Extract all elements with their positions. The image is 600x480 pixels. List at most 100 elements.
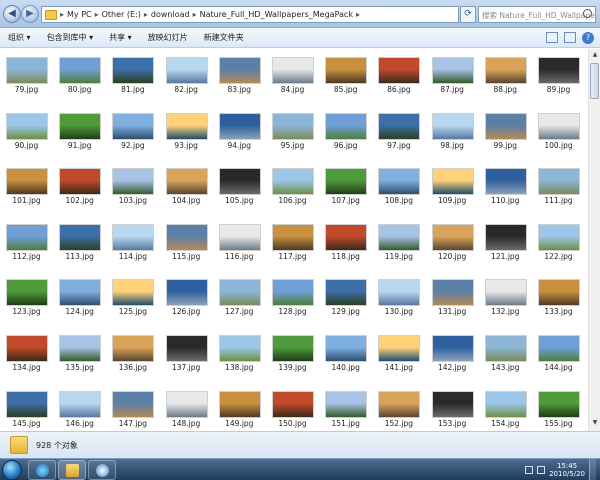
file-item[interactable]: 119.jpg: [372, 216, 425, 268]
file-item[interactable]: 147.jpg: [106, 383, 159, 431]
file-item[interactable]: 145.jpg: [0, 383, 53, 431]
organize-button[interactable]: 组织 ▾: [0, 32, 39, 43]
file-item[interactable]: 122.jpg: [532, 216, 585, 268]
file-item[interactable]: 153.jpg: [426, 383, 479, 431]
file-item[interactable]: 102.jpg: [53, 160, 106, 212]
scroll-down-icon[interactable]: ▼: [591, 419, 599, 429]
file-item[interactable]: 105.jpg: [213, 160, 266, 212]
file-item[interactable]: 95.jpg: [266, 105, 319, 157]
address-bar[interactable]: ▸ My PC ▸ Other (E:) ▸ download ▸ Nature…: [41, 6, 459, 23]
back-button[interactable]: ◀: [3, 5, 21, 23]
file-item[interactable]: 128.jpg: [266, 271, 319, 323]
file-item[interactable]: 111.jpg: [532, 160, 585, 212]
file-item[interactable]: 139.jpg: [266, 327, 319, 379]
file-item[interactable]: 155.jpg: [532, 383, 585, 431]
vertical-scrollbar[interactable]: ▲ ▼: [588, 49, 600, 431]
file-item[interactable]: 83.jpg: [213, 49, 266, 101]
volume-icon[interactable]: [537, 466, 546, 474]
file-item[interactable]: 150.jpg: [266, 383, 319, 431]
file-item[interactable]: 116.jpg: [213, 216, 266, 268]
breadcrumb-item[interactable]: download: [151, 10, 190, 19]
refresh-icon[interactable]: ⟳: [460, 6, 476, 23]
file-item[interactable]: 108.jpg: [372, 160, 425, 212]
file-item[interactable]: 133.jpg: [532, 271, 585, 323]
clock[interactable]: 15:45 2010/5/20: [549, 462, 585, 478]
file-item[interactable]: 120.jpg: [426, 216, 479, 268]
file-item[interactable]: 146.jpg: [53, 383, 106, 431]
file-item[interactable]: 82.jpg: [160, 49, 213, 101]
breadcrumb-item[interactable]: My PC: [67, 10, 92, 19]
file-item[interactable]: 118.jpg: [319, 216, 372, 268]
file-item[interactable]: 107.jpg: [319, 160, 372, 212]
file-item[interactable]: 154.jpg: [479, 383, 532, 431]
file-item[interactable]: 131.jpg: [426, 271, 479, 323]
file-item[interactable]: 96.jpg: [319, 105, 372, 157]
file-item[interactable]: 89.jpg: [532, 49, 585, 101]
slideshow-button[interactable]: 放映幻灯片: [140, 32, 196, 43]
file-item[interactable]: 91.jpg: [53, 105, 106, 157]
file-item[interactable]: 124.jpg: [53, 271, 106, 323]
taskbar-internet-explorer[interactable]: [28, 460, 56, 480]
file-item[interactable]: 99.jpg: [479, 105, 532, 157]
file-item[interactable]: 148.jpg: [160, 383, 213, 431]
file-item[interactable]: 121.jpg: [479, 216, 532, 268]
file-item[interactable]: 152.jpg: [372, 383, 425, 431]
forward-button[interactable]: ▶: [21, 5, 39, 23]
file-item[interactable]: 79.jpg: [0, 49, 53, 101]
taskbar-windows-explorer[interactable]: [58, 460, 86, 480]
file-item[interactable]: 104.jpg: [160, 160, 213, 212]
new-folder-button[interactable]: 新建文件夹: [196, 32, 252, 43]
file-item[interactable]: 126.jpg: [160, 271, 213, 323]
file-item[interactable]: 138.jpg: [213, 327, 266, 379]
file-item[interactable]: 115.jpg: [160, 216, 213, 268]
file-item[interactable]: 106.jpg: [266, 160, 319, 212]
file-item[interactable]: 129.jpg: [319, 271, 372, 323]
taskbar-app[interactable]: [88, 460, 116, 480]
start-button[interactable]: [2, 460, 22, 480]
file-item[interactable]: 97.jpg: [372, 105, 425, 157]
file-item[interactable]: 90.jpg: [0, 105, 53, 157]
file-item[interactable]: 109.jpg: [426, 160, 479, 212]
file-item[interactable]: 112.jpg: [0, 216, 53, 268]
breadcrumb-item[interactable]: Nature_Full_HD_Wallpapers_MegaPack: [200, 10, 353, 19]
help-icon[interactable]: ?: [582, 31, 594, 44]
file-item[interactable]: 85.jpg: [319, 49, 372, 101]
scrollbar-thumb[interactable]: [590, 63, 599, 99]
view-options-icon[interactable]: [546, 31, 558, 43]
file-item[interactable]: 132.jpg: [479, 271, 532, 323]
share-button[interactable]: 共享 ▾: [101, 32, 140, 43]
file-item[interactable]: 135.jpg: [53, 327, 106, 379]
file-item[interactable]: 141.jpg: [372, 327, 425, 379]
scroll-up-icon[interactable]: ▲: [591, 51, 599, 61]
file-item[interactable]: 98.jpg: [426, 105, 479, 157]
show-desktop-button[interactable]: [589, 459, 596, 480]
file-item[interactable]: 130.jpg: [372, 271, 425, 323]
file-item[interactable]: 151.jpg: [319, 383, 372, 431]
file-item[interactable]: 87.jpg: [426, 49, 479, 101]
network-icon[interactable]: [525, 466, 534, 474]
file-item[interactable]: 110.jpg: [479, 160, 532, 212]
file-item[interactable]: 94.jpg: [213, 105, 266, 157]
preview-pane-icon[interactable]: [564, 31, 576, 43]
file-item[interactable]: 123.jpg: [0, 271, 53, 323]
file-item[interactable]: 142.jpg: [426, 327, 479, 379]
breadcrumb-item[interactable]: Other (E:): [102, 10, 141, 19]
file-item[interactable]: 80.jpg: [53, 49, 106, 101]
search-input[interactable]: 搜索 Nature_Full_HD_Wallpapers_...: [478, 6, 596, 23]
file-item[interactable]: 92.jpg: [106, 105, 159, 157]
file-item[interactable]: 88.jpg: [479, 49, 532, 101]
file-item[interactable]: 93.jpg: [160, 105, 213, 157]
file-item[interactable]: 137.jpg: [160, 327, 213, 379]
file-item[interactable]: 100.jpg: [532, 105, 585, 157]
file-item[interactable]: 117.jpg: [266, 216, 319, 268]
file-item[interactable]: 140.jpg: [319, 327, 372, 379]
file-item[interactable]: 81.jpg: [106, 49, 159, 101]
file-item[interactable]: 86.jpg: [372, 49, 425, 101]
file-item[interactable]: 114.jpg: [106, 216, 159, 268]
file-item[interactable]: 103.jpg: [106, 160, 159, 212]
include-in-library-button[interactable]: 包含到库中 ▾: [39, 32, 102, 43]
file-item[interactable]: 134.jpg: [0, 327, 53, 379]
file-item[interactable]: 113.jpg: [53, 216, 106, 268]
file-item[interactable]: 143.jpg: [479, 327, 532, 379]
file-item[interactable]: 125.jpg: [106, 271, 159, 323]
